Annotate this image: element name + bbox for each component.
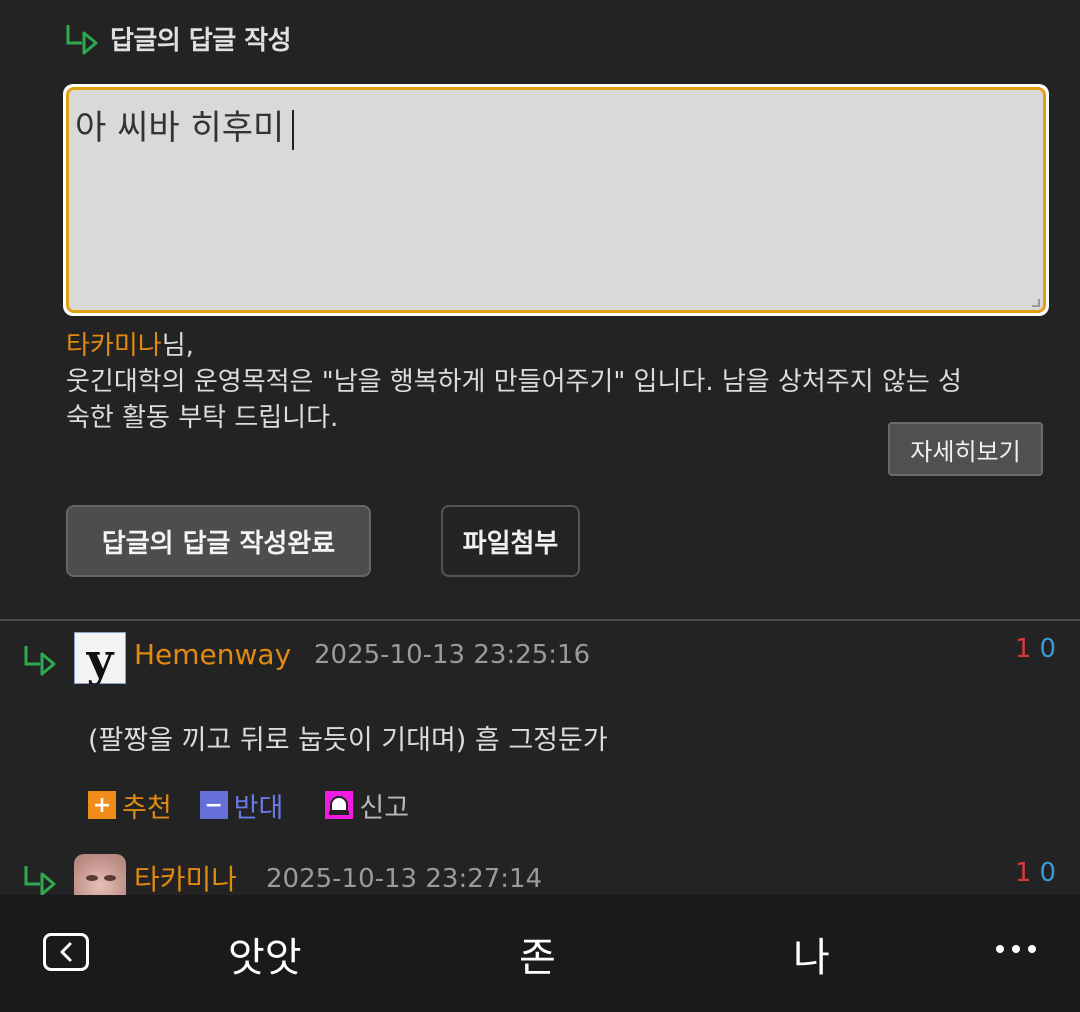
bottom-nav-bar: 앗앗 존 나 [0,895,1080,1012]
nav-item-2[interactable]: 존 [519,925,556,983]
reply-textarea[interactable]: 아 씨바 히후미 [66,87,1046,313]
comment-header: 타카미나 2025-10-13 23:27:14 10 [0,848,1080,895]
reply-form-title: 답글의 답글 작성 [110,25,292,56]
oppose-button[interactable]: − 반대 [199,786,284,825]
text-caret [292,109,295,150]
attach-file-button[interactable]: 파일첨부 [441,505,580,577]
page: 답글의 답글 작성 아 씨바 히후미 타카미나님, 웃긴대학의 운영목적은 "남… [0,0,1080,1012]
vote-counts: 10 [1015,634,1056,664]
chevron-left-icon [60,942,72,962]
resize-grip-icon[interactable] [1032,299,1040,307]
avatar[interactable]: y [74,632,126,684]
notice-suffix: 님, [161,331,194,361]
reply-form-header: 답글의 답글 작성 [64,18,292,58]
nav-item-1[interactable]: 앗앗 [228,925,302,983]
posting-notice: 타카미나님, 웃긴대학의 운영목적은 "남을 행복하게 만들어주기" 입니다. … [66,328,1066,436]
comment-header: y Hemenway 2025-10-13 23:25:16 10 [0,628,1080,688]
downvote-count: 0 [1039,858,1056,888]
reply-textarea-frame: 아 씨바 히후미 [63,84,1049,316]
comment-nickname[interactable]: 타카미나 [134,858,237,895]
downvote-count: 0 [1039,634,1056,664]
comment-body: (팔짱을 끼고 뒤로 눕듯이 기대며) 흠 그정둔가 [88,725,608,756]
comment-timestamp: 2025-10-13 23:25:16 [314,640,591,670]
notice-nickname: 타카미나 [66,331,162,361]
reply-arrow-icon [66,25,98,55]
more-options-icon[interactable] [996,945,1036,953]
nav-item-3[interactable]: 나 [793,925,830,983]
recommend-button[interactable]: + 추천 [88,786,172,825]
plus-icon: + [88,791,116,819]
report-button[interactable]: 신고 [325,786,409,825]
upvote-count: 1 [1014,634,1032,664]
report-label: 신고 [359,792,410,824]
minus-icon: − [199,791,228,819]
reply-arrow-icon [24,866,56,895]
reply-textarea-value: 아 씨바 히후미 [75,108,285,148]
notice-line-1: 웃긴대학의 운영목적은 "남을 행복하게 만들어주기" 입니다. 남을 상처주지… [66,367,962,397]
oppose-label: 반대 [233,792,284,824]
comment-nickname[interactable]: Hemenway [134,638,291,671]
svg-text:y: y [86,633,115,684]
view-details-button[interactable]: 자세히보기 [888,422,1043,476]
submit-reply-button[interactable]: 답글의 답글 작성완료 [66,505,371,577]
section-divider [0,619,1080,621]
comment-actions: + 추천 − 반대 신고 [88,785,437,825]
back-button[interactable] [43,933,89,971]
recommend-label: 추천 [122,792,172,824]
vote-counts: 10 [1015,858,1056,888]
upvote-count: 1 [1014,858,1032,888]
comment-timestamp: 2025-10-13 23:27:14 [266,864,543,894]
reply-arrow-icon [24,646,56,676]
siren-icon [325,791,354,819]
avatar[interactable] [74,854,126,895]
